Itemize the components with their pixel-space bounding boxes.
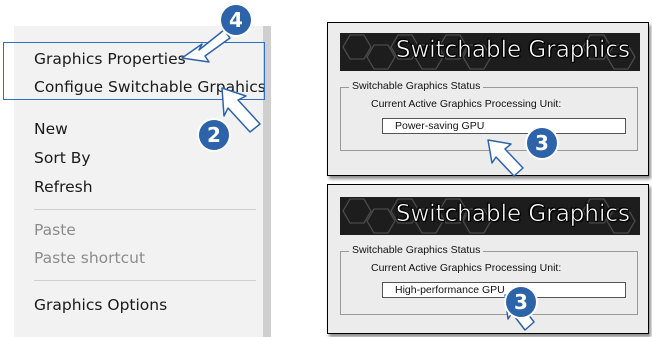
switchable-graphics-panel-high-performance: Switchable Graphics Switchable Graphics … <box>327 184 649 334</box>
current-gpu-field: High-performance GPU <box>382 282 626 298</box>
step-badge-2: 2 <box>199 120 229 150</box>
panel-header: Switchable Graphics <box>340 197 640 235</box>
step-badge-4: 4 <box>221 5 251 35</box>
menu-item-refresh[interactable]: Refresh <box>34 178 93 196</box>
menu-item-new[interactable]: New <box>34 120 68 138</box>
step-badge-3: 3 <box>506 287 536 317</box>
switchable-graphics-panel-power-saving: Switchable Graphics Switchable Graphics … <box>327 22 649 176</box>
highlight-box <box>3 42 265 100</box>
menu-item-sort-by[interactable]: Sort By <box>34 149 91 167</box>
current-gpu-label: Current Active Graphics Processing Unit: <box>371 262 562 274</box>
menu-item-paste-shortcut: Paste shortcut <box>34 249 146 267</box>
group-legend: Switchable Graphics Status <box>349 80 484 92</box>
menu-separator <box>34 209 256 210</box>
menu-separator <box>34 280 256 281</box>
step-badge-3: 3 <box>527 128 557 158</box>
panel-header: Switchable Graphics <box>340 33 640 71</box>
panel-title: Switchable Graphics <box>395 37 631 64</box>
status-group: Switchable Graphics Status Current Activ… <box>340 244 638 315</box>
panel-title: Switchable Graphics <box>395 201 631 228</box>
status-group: Switchable Graphics Status Current Activ… <box>340 80 638 151</box>
current-gpu-field: Power-saving GPU <box>382 118 626 134</box>
current-gpu-label: Current Active Graphics Processing Unit: <box>371 98 562 110</box>
menu-item-graphics-options[interactable]: Graphics Options <box>34 296 167 314</box>
group-legend: Switchable Graphics Status <box>349 244 484 256</box>
menu-item-paste: Paste <box>34 221 76 239</box>
